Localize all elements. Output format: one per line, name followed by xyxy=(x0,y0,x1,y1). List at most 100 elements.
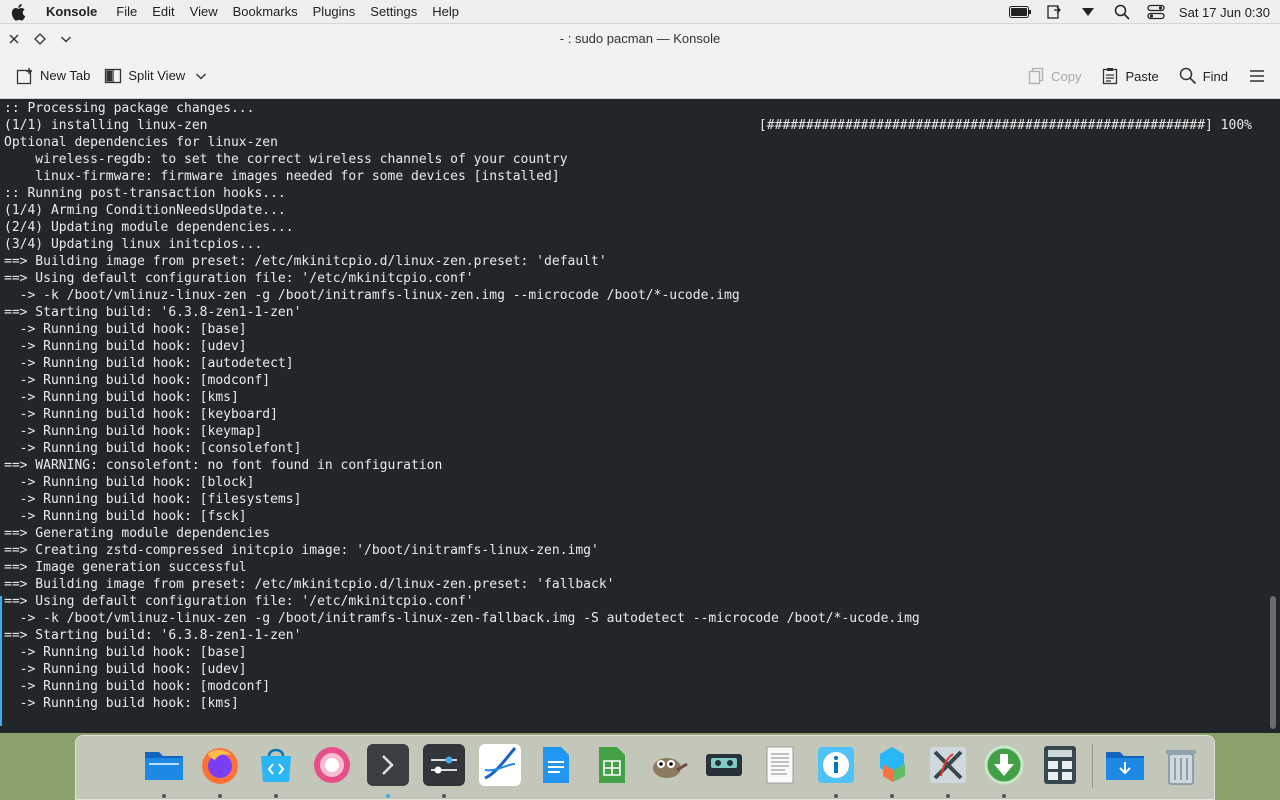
clock[interactable]: Sat 17 Jun 0:30 xyxy=(1179,5,1270,20)
dock-item-konsole[interactable] xyxy=(360,744,416,798)
menu-help[interactable]: Help xyxy=(432,4,459,19)
top-menubar: Konsole File Edit View Bookmarks Plugins… xyxy=(0,0,1280,24)
dock-item-system-settings[interactable] xyxy=(416,744,472,798)
copy-button[interactable]: Copy xyxy=(1021,61,1087,91)
network-dropdown-icon[interactable] xyxy=(1077,2,1099,22)
menu-view[interactable]: View xyxy=(190,4,218,19)
new-tab-icon xyxy=(16,67,34,85)
dock-item-image-editor[interactable] xyxy=(472,744,528,792)
dock-item-downloader[interactable] xyxy=(976,744,1032,798)
window-titlebar: - : sudo pacman — Konsole xyxy=(0,24,1280,53)
split-view-button[interactable]: Split View xyxy=(98,61,213,91)
clipboard-icon[interactable] xyxy=(1043,2,1065,22)
hamburger-menu-button[interactable] xyxy=(1242,61,1272,91)
terminal-line: -> Running build hook: [fsck] xyxy=(4,509,247,524)
dock-item-downloads-folder[interactable] xyxy=(1097,744,1153,792)
window-title: - : sudo pacman — Konsole xyxy=(559,31,721,46)
menu-bookmarks[interactable]: Bookmarks xyxy=(233,4,298,19)
terminal-line: -> Running build hook: [base] xyxy=(4,645,247,660)
terminal-line: ==> Generating module dependencies xyxy=(4,526,271,541)
dock xyxy=(75,735,1215,800)
terminal-line: -> Running build hook: [modconf] xyxy=(4,679,271,694)
running-indicator xyxy=(1002,794,1006,798)
close-icon[interactable] xyxy=(2,27,26,51)
terminal-line: (3/4) Updating linux initcpios... xyxy=(4,237,263,252)
dock-item-info-center[interactable] xyxy=(808,744,864,798)
cassette-player-icon xyxy=(703,744,745,786)
terminal-line: ==> Starting build: '6.3.8-zen1-1-zen' xyxy=(4,305,302,320)
terminal-line: -> Running build hook: [kms] xyxy=(4,390,239,405)
terminal-line: :: Running post-transaction hooks... xyxy=(4,186,286,201)
menu-file[interactable]: File xyxy=(116,4,137,19)
dock-item-cassette-player[interactable] xyxy=(696,744,752,792)
file-manager-icon xyxy=(143,744,185,786)
running-indicator xyxy=(218,794,222,798)
dock-separator xyxy=(1092,744,1093,788)
firefox-icon xyxy=(199,744,241,786)
chevron-down-icon[interactable] xyxy=(54,27,78,51)
dock-item-x11[interactable] xyxy=(920,744,976,798)
calculator-icon xyxy=(1039,744,1081,786)
terminal-line: -> Running build hook: [keymap] xyxy=(4,424,263,439)
menu-plugins[interactable]: Plugins xyxy=(313,4,356,19)
new-tab-label: New Tab xyxy=(40,68,91,83)
keep-above-icon[interactable] xyxy=(28,27,52,51)
terminal-line: -> Running build hook: [keyboard] xyxy=(4,407,278,422)
dock-item-package-manager[interactable] xyxy=(864,744,920,798)
writer-icon xyxy=(535,744,577,786)
split-view-label: Split View xyxy=(128,68,186,83)
terminal-line: -> Running build hook: [udev] xyxy=(4,662,247,677)
dock-item-calculator[interactable] xyxy=(1032,744,1088,792)
menu-settings[interactable]: Settings xyxy=(370,4,417,19)
terminal-line: ==> Building image from preset: /etc/mki… xyxy=(4,254,607,269)
search-icon xyxy=(1179,67,1197,85)
dock-item-writer[interactable] xyxy=(528,744,584,792)
running-indicator xyxy=(946,794,950,798)
gimp-icon xyxy=(647,744,689,786)
konsole-icon xyxy=(367,744,409,786)
apple-logo-icon[interactable] xyxy=(10,3,30,21)
control-center-icon[interactable] xyxy=(1145,2,1167,22)
terminal-line: -> Running build hook: [filesystems] xyxy=(4,492,302,507)
split-view-icon xyxy=(104,67,122,85)
running-indicator xyxy=(274,794,278,798)
paste-label: Paste xyxy=(1125,68,1159,84)
dock-item-software-store[interactable] xyxy=(248,744,304,798)
terminal-line: :: Processing package changes... xyxy=(4,101,255,116)
dock-item-file-manager[interactable] xyxy=(136,744,192,798)
dock-item-spreadsheet[interactable] xyxy=(584,744,640,792)
x11-icon xyxy=(927,744,969,786)
dock-item-mail-client[interactable] xyxy=(304,744,360,792)
downloader-icon xyxy=(983,744,1025,786)
search-icon[interactable] xyxy=(1111,2,1133,22)
terminal-scrollbar[interactable] xyxy=(1266,99,1280,733)
terminal-line: ==> Image generation successful xyxy=(4,560,247,575)
chevron-down-icon[interactable] xyxy=(195,70,207,82)
konsole-toolbar: New Tab Split View Copy Paste Find xyxy=(0,53,1280,99)
terminal-line: -> Running build hook: [base] xyxy=(4,322,247,337)
find-button[interactable]: Find xyxy=(1173,61,1234,91)
scrollbar-thumb[interactable] xyxy=(1270,596,1276,729)
copy-icon xyxy=(1027,67,1045,85)
terminal-line: -> Running build hook: [kms] xyxy=(4,696,239,711)
downloads-folder-icon xyxy=(1104,744,1146,786)
copy-label: Copy xyxy=(1051,68,1082,84)
new-tab-button[interactable]: New Tab xyxy=(10,61,96,91)
dock-item-firefox[interactable] xyxy=(192,744,248,798)
running-indicator xyxy=(386,794,390,798)
dock-item-trash[interactable] xyxy=(1153,744,1209,792)
terminal-line: Optional dependencies for linux-zen xyxy=(4,135,278,150)
active-app-name[interactable]: Konsole xyxy=(46,4,97,19)
terminal-view[interactable]: :: Processing package changes... (1/1) in… xyxy=(0,99,1280,733)
terminal-line: -> Running build hook: [autodetect] xyxy=(4,356,294,371)
menu-edit[interactable]: Edit xyxy=(152,4,174,19)
mail-client-icon xyxy=(311,744,353,786)
dock-item-gimp[interactable] xyxy=(640,744,696,792)
terminal-line: -> Running build hook: [consolefont] xyxy=(4,441,302,456)
battery-icon[interactable] xyxy=(1008,2,1031,22)
paste-button[interactable]: Paste xyxy=(1095,61,1164,91)
running-indicator xyxy=(834,794,838,798)
terminal-line: -> -k /boot/vmlinuz-linux-zen -g /boot/i… xyxy=(4,288,740,303)
terminal-line: ==> Creating zstd-compressed initcpio im… xyxy=(4,543,599,558)
dock-item-text-editor[interactable] xyxy=(752,744,808,792)
